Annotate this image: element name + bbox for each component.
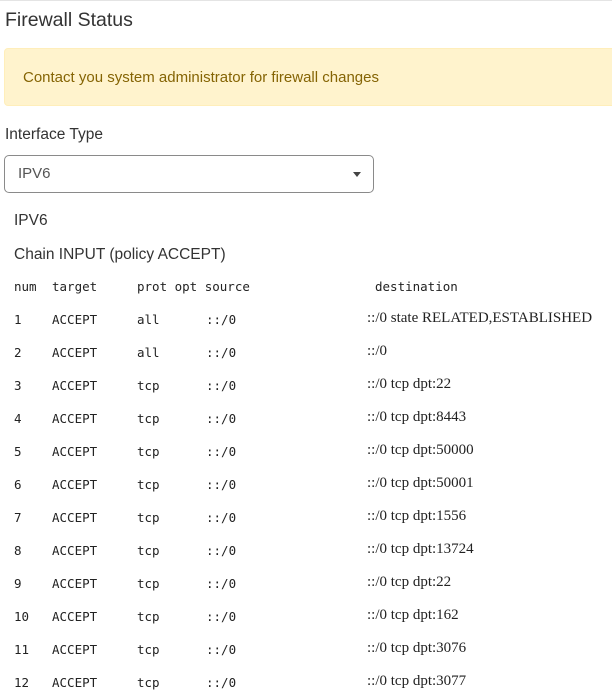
rule-source: ::/0 <box>206 411 237 426</box>
table-row: 8 ACCEPT tcp::/0::/0 tcp dpt:13724 <box>0 541 612 563</box>
table-row: 3 ACCEPT tcp::/0::/0 tcp dpt:22 <box>0 376 612 398</box>
table-row: 7 ACCEPT tcp::/0::/0 tcp dpt:1556 <box>0 508 612 530</box>
chain-heading: Chain INPUT (policy ACCEPT) <box>14 246 226 263</box>
rule-target: ACCEPT <box>52 378 98 393</box>
rule-num: 5 <box>14 444 22 459</box>
page-title: Firewall Status <box>5 9 133 31</box>
rule-target: ACCEPT <box>52 312 98 327</box>
rule-target: ACCEPT <box>52 510 98 525</box>
rule-destination: ::/0 tcp dpt:22 <box>367 574 452 590</box>
rule-source: ::/0 <box>206 378 237 393</box>
table-row: 1 ACCEPT all::/0::/0 state RELATED,ESTABLI… <box>0 310 612 332</box>
rule-source: ::/0 <box>206 609 237 624</box>
table-row: 11 ACCEPT tcp::/0::/0 tcp dpt:3076 <box>0 640 612 662</box>
rule-num: 4 <box>14 411 22 426</box>
alert-message: Contact you system administrator for fir… <box>23 69 379 86</box>
rule-num: 3 <box>14 378 22 393</box>
interface-type-selected-value: IPV6 <box>18 165 51 182</box>
rule-source: ::/0 <box>206 675 237 690</box>
rule-source: ::/0 <box>206 576 237 591</box>
rule-source: ::/0 <box>206 312 237 327</box>
rule-num: 2 <box>14 345 22 360</box>
rule-source: ::/0 <box>206 543 237 558</box>
rule-prot: tcp <box>137 510 160 525</box>
rule-target: ACCEPT <box>52 609 98 624</box>
rule-destination: ::/0 tcp dpt:3077 <box>367 673 467 689</box>
rule-destination: ::/0 tcp dpt:22 <box>367 376 452 392</box>
rule-target: ACCEPT <box>52 444 98 459</box>
interface-type-label: Interface Type <box>5 126 103 143</box>
rule-target: ACCEPT <box>52 411 98 426</box>
rule-destination: ::/0 tcp dpt:50001 <box>367 475 474 491</box>
caret-down-icon <box>353 172 361 177</box>
table-row: 10 ACCEPT tcp::/0::/0 tcp dpt:162 <box>0 607 612 629</box>
table-row: 6 ACCEPT tcp::/0::/0 tcp dpt:50001 <box>0 475 612 497</box>
header-destination: destination <box>375 279 458 294</box>
rule-num: 8 <box>14 543 22 558</box>
rule-source: ::/0 <box>206 345 237 360</box>
rule-source: ::/0 <box>206 510 237 525</box>
table-row: 5 ACCEPT tcp::/0::/0 tcp dpt:50000 <box>0 442 612 464</box>
section-heading: IPV6 <box>14 212 48 229</box>
rule-source: ::/0 <box>206 642 237 657</box>
rule-target: ACCEPT <box>52 576 98 591</box>
rule-destination: ::/0 tcp dpt:3076 <box>367 640 467 656</box>
warning-alert: Contact you system administrator for fir… <box>4 48 612 106</box>
rule-destination: ::/0 tcp dpt:8443 <box>367 409 467 425</box>
rule-prot: tcp <box>137 642 160 657</box>
header-prot-opt-source: prot opt source <box>137 279 250 294</box>
rule-destination: ::/0 <box>367 343 388 359</box>
table-row: 9 ACCEPT tcp::/0::/0 tcp dpt:22 <box>0 574 612 596</box>
rule-num: 12 <box>14 675 30 690</box>
rule-prot: tcp <box>137 477 160 492</box>
rule-prot: tcp <box>137 444 160 459</box>
rule-num: 7 <box>14 510 22 525</box>
rule-num: 10 <box>14 609 30 624</box>
rule-num: 11 <box>14 642 30 657</box>
rule-prot: tcp <box>137 543 160 558</box>
rule-prot: all <box>137 345 160 360</box>
rule-prot: tcp <box>137 411 160 426</box>
interface-type-select[interactable]: IPV6 <box>4 155 374 193</box>
rule-destination: ::/0 tcp dpt:1556 <box>367 508 467 524</box>
rule-source: ::/0 <box>206 477 237 492</box>
rule-prot: tcp <box>137 675 160 690</box>
rule-target: ACCEPT <box>52 543 98 558</box>
rule-destination: ::/0 state RELATED,ESTABLISHED <box>367 310 593 326</box>
rule-target: ACCEPT <box>52 675 98 690</box>
firewall-status-page: Firewall Status Contact you system admin… <box>0 0 612 696</box>
rule-target: ACCEPT <box>52 345 98 360</box>
rule-prot: tcp <box>137 378 160 393</box>
rule-prot: tcp <box>137 576 160 591</box>
rule-destination: ::/0 tcp dpt:13724 <box>367 541 474 557</box>
rule-source: ::/0 <box>206 444 237 459</box>
table-row: 2 ACCEPT all::/0::/0 <box>0 343 612 365</box>
rule-prot: tcp <box>137 609 160 624</box>
rule-num: 1 <box>14 312 22 327</box>
top-divider <box>0 0 612 1</box>
rule-destination: ::/0 tcp dpt:162 <box>367 607 459 623</box>
header-num: num <box>14 279 37 294</box>
rule-target: ACCEPT <box>52 477 98 492</box>
table-row: 12 ACCEPT tcp::/0::/0 tcp dpt:3077 <box>0 673 612 695</box>
rule-target: ACCEPT <box>52 642 98 657</box>
header-target: target <box>52 279 98 294</box>
table-row: 4 ACCEPT tcp::/0::/0 tcp dpt:8443 <box>0 409 612 431</box>
rule-num: 6 <box>14 477 22 492</box>
rule-destination: ::/0 tcp dpt:50000 <box>367 442 474 458</box>
table-header-row: num target prot opt source destination <box>0 279 612 299</box>
rule-prot: all <box>137 312 160 327</box>
rule-num: 9 <box>14 576 22 591</box>
